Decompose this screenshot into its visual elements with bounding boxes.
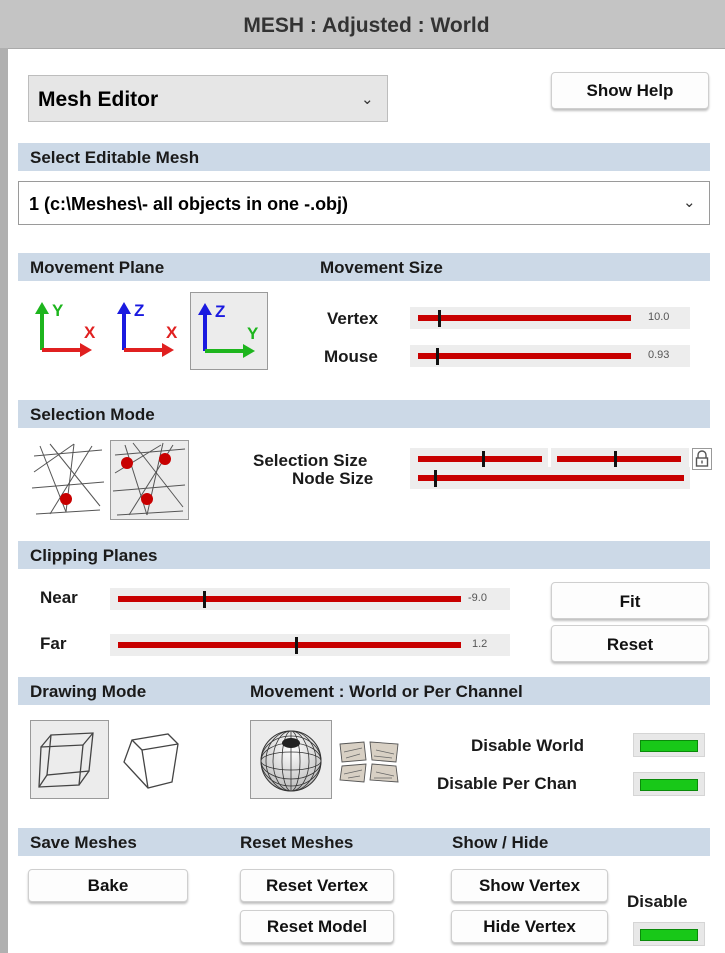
disable-per-chan-toggle[interactable] — [633, 772, 705, 796]
section-drawing-mode: Drawing Mode Movement : World or Per Cha… — [18, 677, 710, 705]
svg-text:X: X — [84, 323, 96, 342]
svg-text:Y: Y — [247, 324, 259, 343]
editable-mesh-value: 1 (c:\Meshes\- all objects in one -.obj) — [29, 194, 349, 214]
mesh-wire-icon — [31, 443, 105, 515]
reset-button[interactable]: Reset — [551, 625, 709, 662]
movement-world-header: Movement : World or Per Channel — [250, 682, 523, 701]
channels-icon — [339, 741, 399, 783]
world-mode-button[interactable] — [250, 720, 332, 799]
section-select-editable-mesh: Select Editable Mesh — [18, 143, 710, 171]
reset-vertex-button[interactable]: Reset Vertex — [240, 869, 394, 902]
slider-thumb[interactable] — [438, 310, 441, 327]
near-value: -9.0 — [468, 592, 487, 604]
drawing-mode-header: Drawing Mode — [30, 682, 147, 701]
disable-label: Disable — [627, 892, 688, 911]
chevron-down-icon: ⌄ — [361, 91, 374, 108]
near-label: Near — [40, 588, 78, 607]
svg-text:Y: Y — [52, 301, 64, 320]
chevron-down-icon: ⌄ — [683, 194, 696, 211]
draw-wireframe-button[interactable] — [30, 720, 109, 799]
plane-xy-button[interactable]: Y X — [28, 294, 104, 368]
show-help-button[interactable]: Show Help — [551, 72, 709, 109]
slider-thumb[interactable] — [614, 451, 617, 468]
section-title: Select Editable Mesh — [30, 148, 200, 167]
far-label: Far — [40, 634, 67, 653]
bake-button[interactable]: Bake — [28, 869, 188, 902]
solid-cube-icon — [123, 733, 179, 789]
editor-select[interactable]: Mesh Editor ⌄ — [28, 75, 388, 122]
svg-text:Z: Z — [215, 302, 225, 321]
wireframe-cube-icon — [38, 732, 94, 788]
near-slider[interactable]: -9.0 — [110, 588, 510, 610]
select-edges-button[interactable] — [30, 442, 106, 518]
mesh-nodes-icon — [112, 442, 186, 516]
slider-thumb[interactable] — [434, 470, 437, 487]
selection-size-label: Selection Size — [253, 451, 368, 470]
hide-vertex-button[interactable]: Hide Vertex — [451, 910, 608, 943]
section-clipping-planes: Clipping Planes — [18, 541, 710, 569]
per-channel-mode-button[interactable] — [336, 738, 402, 786]
disable-show-hide-toggle[interactable] — [633, 922, 705, 946]
disable-world-toggle[interactable] — [633, 733, 705, 757]
section-title: Clipping Planes — [30, 546, 158, 565]
vertex-slider[interactable]: 10.0 — [410, 307, 690, 329]
far-slider[interactable]: 1.2 — [110, 634, 510, 656]
node-size-label: Node Size — [292, 469, 374, 488]
select-nodes-button[interactable] — [110, 440, 189, 520]
slider-thumb[interactable] — [203, 591, 206, 608]
slider-thumb[interactable] — [482, 451, 485, 468]
plane-zy-button[interactable]: Z Y — [190, 292, 268, 370]
vertex-value: 10.0 — [648, 311, 670, 323]
svg-text:Z: Z — [134, 301, 144, 320]
section-selection-mode: Selection Mode — [18, 400, 710, 428]
fit-button[interactable]: Fit — [551, 582, 709, 619]
far-value: 1.2 — [472, 638, 488, 650]
section-title: Selection Mode — [30, 405, 155, 424]
axis-zx-icon: Z X — [117, 301, 178, 357]
axis-yx-icon: Y X — [35, 301, 96, 357]
reset-meshes-header: Reset Meshes — [240, 833, 354, 852]
disable-per-chan-label: Disable Per Chan — [437, 774, 577, 793]
title-bar: MESH : Adjusted : World — [0, 0, 725, 49]
editor-select-value: Mesh Editor — [38, 88, 159, 111]
left-edge — [0, 48, 8, 953]
axis-zy-icon: Z Y — [198, 302, 259, 358]
plane-zx-button[interactable]: Z X — [110, 294, 186, 368]
slider-thumb[interactable] — [295, 637, 298, 654]
mouse-label: Mouse — [324, 347, 378, 366]
show-hide-header: Show / Hide — [452, 833, 549, 852]
globe-icon — [260, 730, 322, 792]
slider-thumb[interactable] — [436, 348, 439, 365]
lock-icon[interactable] — [692, 448, 712, 470]
svg-text:X: X — [166, 323, 178, 342]
show-vertex-button[interactable]: Show Vertex — [451, 869, 608, 902]
save-meshes-header: Save Meshes — [30, 833, 137, 852]
movement-size-header: Movement Size — [320, 258, 443, 277]
mouse-value: 0.93 — [648, 349, 670, 361]
mouse-slider[interactable]: 0.93 — [410, 345, 690, 367]
movement-plane-header: Movement Plane — [30, 258, 165, 277]
vertex-label: Vertex — [327, 309, 379, 328]
window-title: MESH : Adjusted : World — [243, 14, 490, 37]
node-size-slider[interactable] — [410, 467, 690, 489]
disable-world-label: Disable World — [471, 736, 585, 755]
editable-mesh-select[interactable]: 1 (c:\Meshes\- all objects in one -.obj)… — [18, 181, 710, 225]
draw-solid-button[interactable] — [116, 722, 186, 798]
section-movement: Movement Plane Movement Size — [18, 253, 710, 281]
reset-model-button[interactable]: Reset Model — [240, 910, 394, 943]
section-save-reset-show: Save Meshes Reset Meshes Show / Hide — [18, 828, 710, 856]
